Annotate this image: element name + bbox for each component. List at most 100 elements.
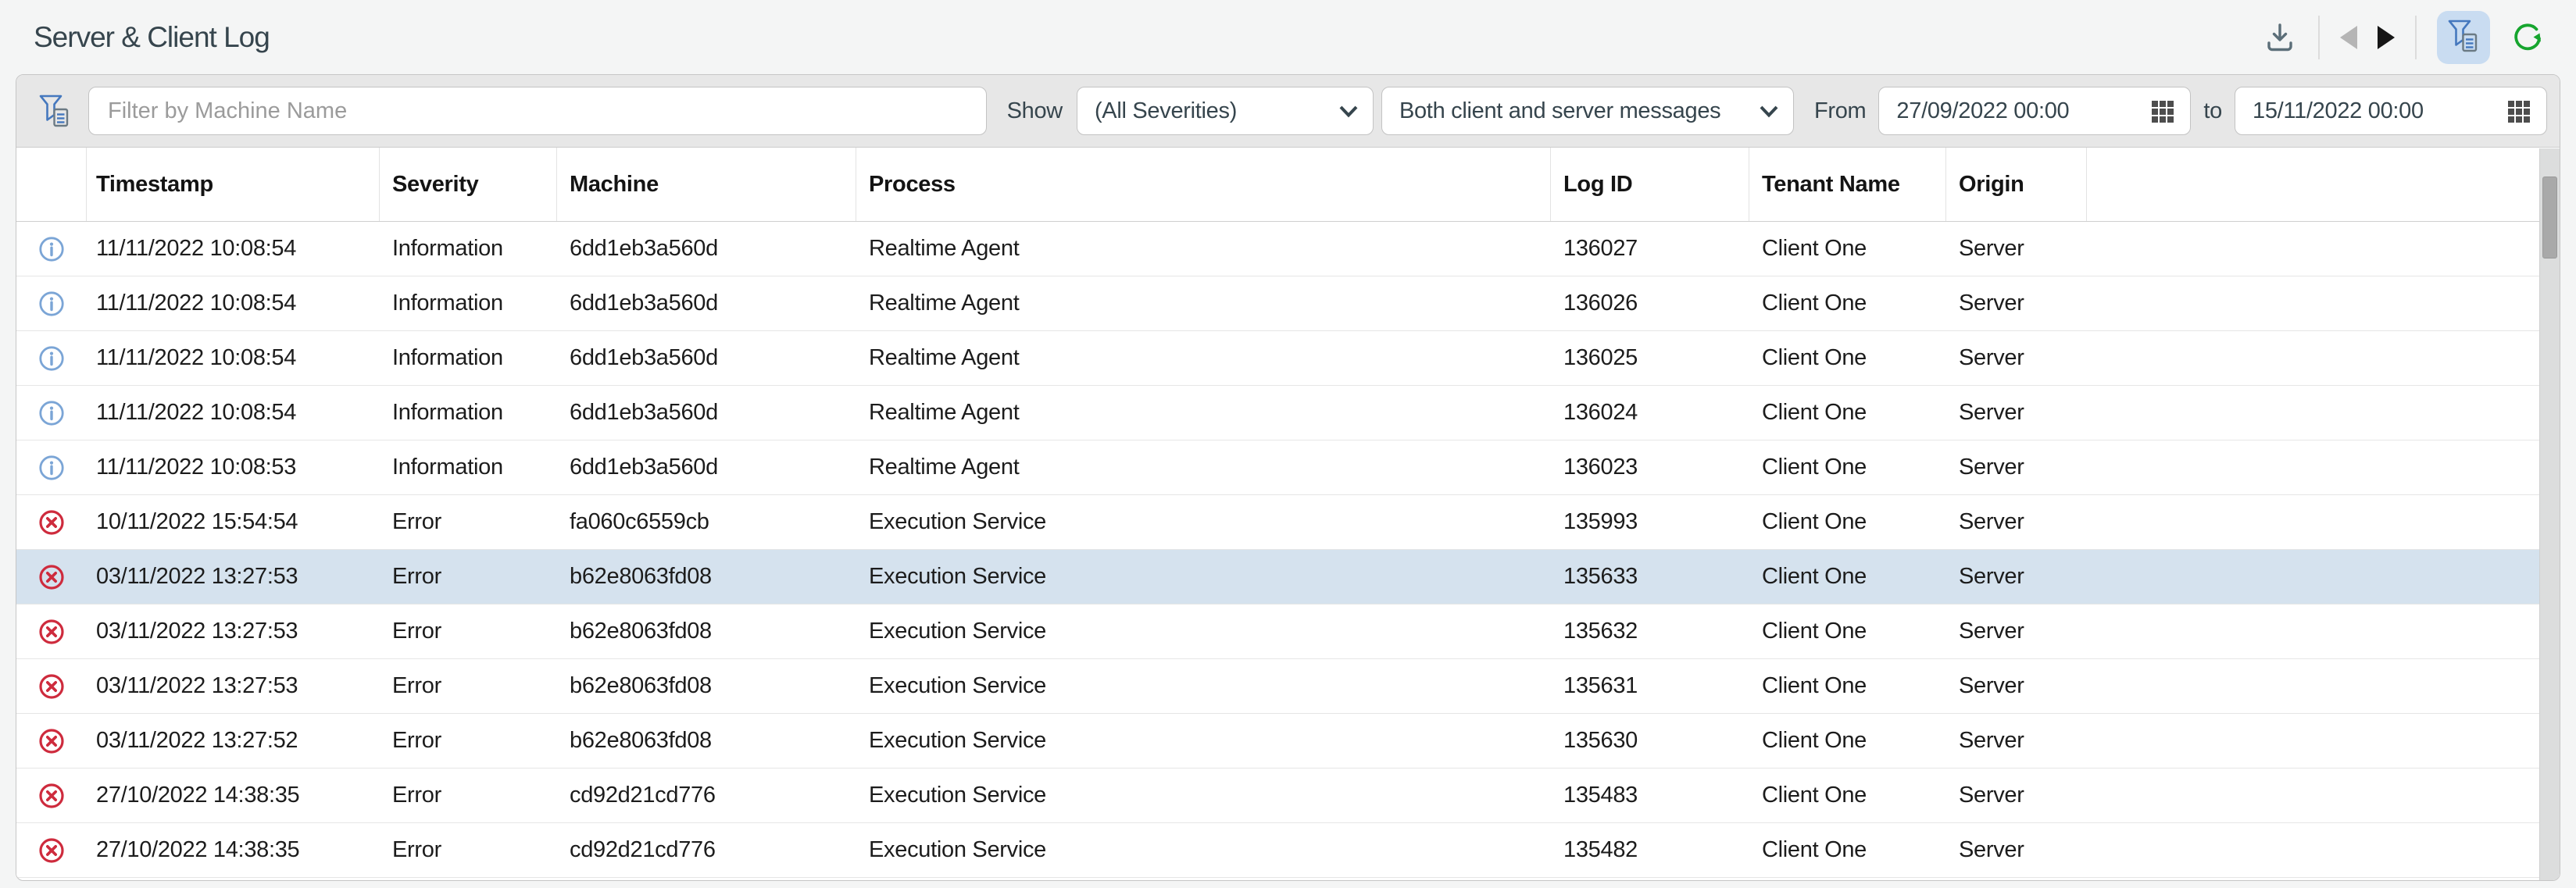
header-severity[interactable]: Severity (380, 148, 557, 221)
table-row[interactable]: 11/11/2022 10:08:54 Information 6dd1eb3a… (16, 386, 2560, 440)
cell-machine: cd92d21cd776 (557, 783, 856, 808)
cell-process: Execution Service (856, 509, 1551, 535)
cell-log-id: 135482 (1551, 837, 1749, 863)
cell-severity: Error (380, 673, 557, 699)
table-row[interactable]: 27/10/2022 14:38:35 Error cd92d21cd776 E… (16, 769, 2560, 823)
date-to-input[interactable]: 15/11/2022 00:00 (2235, 87, 2547, 135)
cell-origin: Server (1946, 619, 2087, 644)
header-origin[interactable]: Origin (1946, 148, 2087, 221)
cell-severity: Information (380, 291, 557, 316)
table-row[interactable]: 11/11/2022 10:08:54 Information 6dd1eb3a… (16, 331, 2560, 386)
table-row[interactable]: 10/11/2022 15:54:54 Error fa060c6559cb E… (16, 495, 2560, 550)
severity-icon-cell (16, 400, 87, 426)
download-button[interactable] (2262, 20, 2298, 55)
vertical-scrollbar-thumb[interactable] (2542, 177, 2557, 259)
cell-machine: b62e8063fd08 (557, 673, 856, 699)
header-machine[interactable]: Machine (557, 148, 856, 221)
cell-log-id: 135993 (1551, 509, 1749, 535)
cell-log-id: 136026 (1551, 291, 1749, 316)
filter-panel-toggle-button[interactable] (2437, 11, 2490, 64)
vertical-scrollbar-track[interactable] (2539, 148, 2560, 880)
cell-tenant-name: Client One (1749, 728, 1946, 754)
toolbar-divider (2415, 16, 2417, 59)
error-icon (38, 619, 65, 645)
cell-severity: Error (380, 783, 557, 808)
cell-process: Execution Service (856, 564, 1551, 590)
calendar-grid-icon[interactable] (2149, 98, 2176, 124)
error-icon (38, 509, 65, 536)
cell-origin: Server (1946, 509, 2087, 535)
cell-severity: Error (380, 728, 557, 754)
information-icon (38, 236, 65, 262)
header-process[interactable]: Process (856, 148, 1551, 221)
cell-machine: cd92d21cd776 (557, 837, 856, 863)
severity-icon-cell (16, 564, 87, 590)
cell-process: Execution Service (856, 673, 1551, 699)
date-to-value: 15/11/2022 00:00 (2253, 98, 2424, 124)
header-tenant-name[interactable]: Tenant Name (1749, 148, 1946, 221)
from-label: From (1814, 98, 1866, 124)
severity-icon-cell (16, 673, 87, 700)
date-from-value: 27/09/2022 00:00 (1896, 98, 2069, 124)
cell-log-id: 135633 (1551, 564, 1749, 590)
previous-page-icon (2340, 26, 2357, 49)
machine-filter-input[interactable] (88, 87, 987, 135)
severity-icon-cell (16, 345, 87, 372)
header-log-id[interactable]: Log ID (1551, 148, 1749, 221)
cell-process: Realtime Agent (856, 291, 1551, 316)
severity-icon-cell (16, 619, 87, 645)
chevron-down-icon (1759, 105, 1779, 118)
severity-select[interactable]: (All Severities) (1077, 87, 1374, 135)
cell-severity: Error (380, 837, 557, 863)
severity-icon-cell (16, 236, 87, 262)
to-label: to (2203, 98, 2222, 124)
cell-timestamp: 11/11/2022 10:08:53 (87, 455, 380, 480)
cell-severity: Error (380, 564, 557, 590)
next-page-icon (2378, 26, 2395, 49)
table-row[interactable]: 11/11/2022 10:08:54 Information 6dd1eb3a… (16, 222, 2560, 276)
filter-list-icon (38, 93, 71, 129)
cell-timestamp: 27/10/2022 14:38:35 (87, 837, 380, 863)
filter-list-icon (38, 93, 71, 129)
table-row[interactable]: 11/11/2022 10:08:54 Information 6dd1eb3a… (16, 276, 2560, 331)
previous-page-button[interactable] (2340, 26, 2357, 49)
cell-process: Execution Service (856, 783, 1551, 808)
cell-log-id: 136027 (1551, 236, 1749, 262)
cell-timestamp: 11/11/2022 10:08:54 (87, 291, 380, 316)
cell-log-id: 136025 (1551, 345, 1749, 371)
cell-origin: Server (1946, 783, 2087, 808)
table-row[interactable]: 03/11/2022 13:27:53 Error b62e8063fd08 E… (16, 659, 2560, 714)
cell-timestamp: 03/11/2022 13:27:52 (87, 728, 380, 754)
cell-machine: 6dd1eb3a560d (557, 455, 856, 480)
calendar-grid-icon[interactable] (2506, 98, 2532, 124)
date-from-input[interactable]: 27/09/2022 00:00 (1878, 87, 2191, 135)
cell-severity: Information (380, 455, 557, 480)
error-icon (38, 837, 65, 864)
show-label: Show (1007, 98, 1063, 124)
table-row[interactable]: 27/10/2022 14:38:35 Error cd92d21cd776 E… (16, 823, 2560, 878)
chevron-down-icon (1338, 105, 1359, 118)
header-timestamp[interactable]: Timestamp (87, 148, 380, 221)
cell-severity: Information (380, 236, 557, 262)
page-title: Server & Client Log (34, 21, 270, 54)
cell-origin: Server (1946, 673, 2087, 699)
cell-process: Execution Service (856, 837, 1551, 863)
severity-icon-cell (16, 291, 87, 317)
table-row[interactable]: 11/11/2022 10:08:53 Information 6dd1eb3a… (16, 440, 2560, 495)
table-header-row: Timestamp Severity Machine Process Log I… (16, 148, 2560, 222)
refresh-button[interactable] (2510, 20, 2545, 55)
table-row[interactable]: 03/11/2022 13:27:53 Error b62e8063fd08 E… (16, 604, 2560, 659)
table-row[interactable]: 03/11/2022 13:27:53 Error b62e8063fd08 E… (16, 550, 2560, 604)
cell-log-id: 136024 (1551, 400, 1749, 426)
cell-tenant-name: Client One (1749, 236, 1946, 262)
cell-process: Execution Service (856, 728, 1551, 754)
cell-tenant-name: Client One (1749, 619, 1946, 644)
severity-select-value: (All Severities) (1095, 98, 1237, 124)
cell-severity: Information (380, 345, 557, 371)
cell-process: Realtime Agent (856, 345, 1551, 371)
cell-timestamp: 03/11/2022 13:27:53 (87, 564, 380, 590)
table-row[interactable]: 03/11/2022 13:27:52 Error b62e8063fd08 E… (16, 714, 2560, 769)
message-type-select[interactable]: Both client and server messages (1381, 87, 1794, 135)
cell-timestamp: 27/10/2022 14:38:35 (87, 783, 380, 808)
next-page-button[interactable] (2378, 26, 2395, 49)
